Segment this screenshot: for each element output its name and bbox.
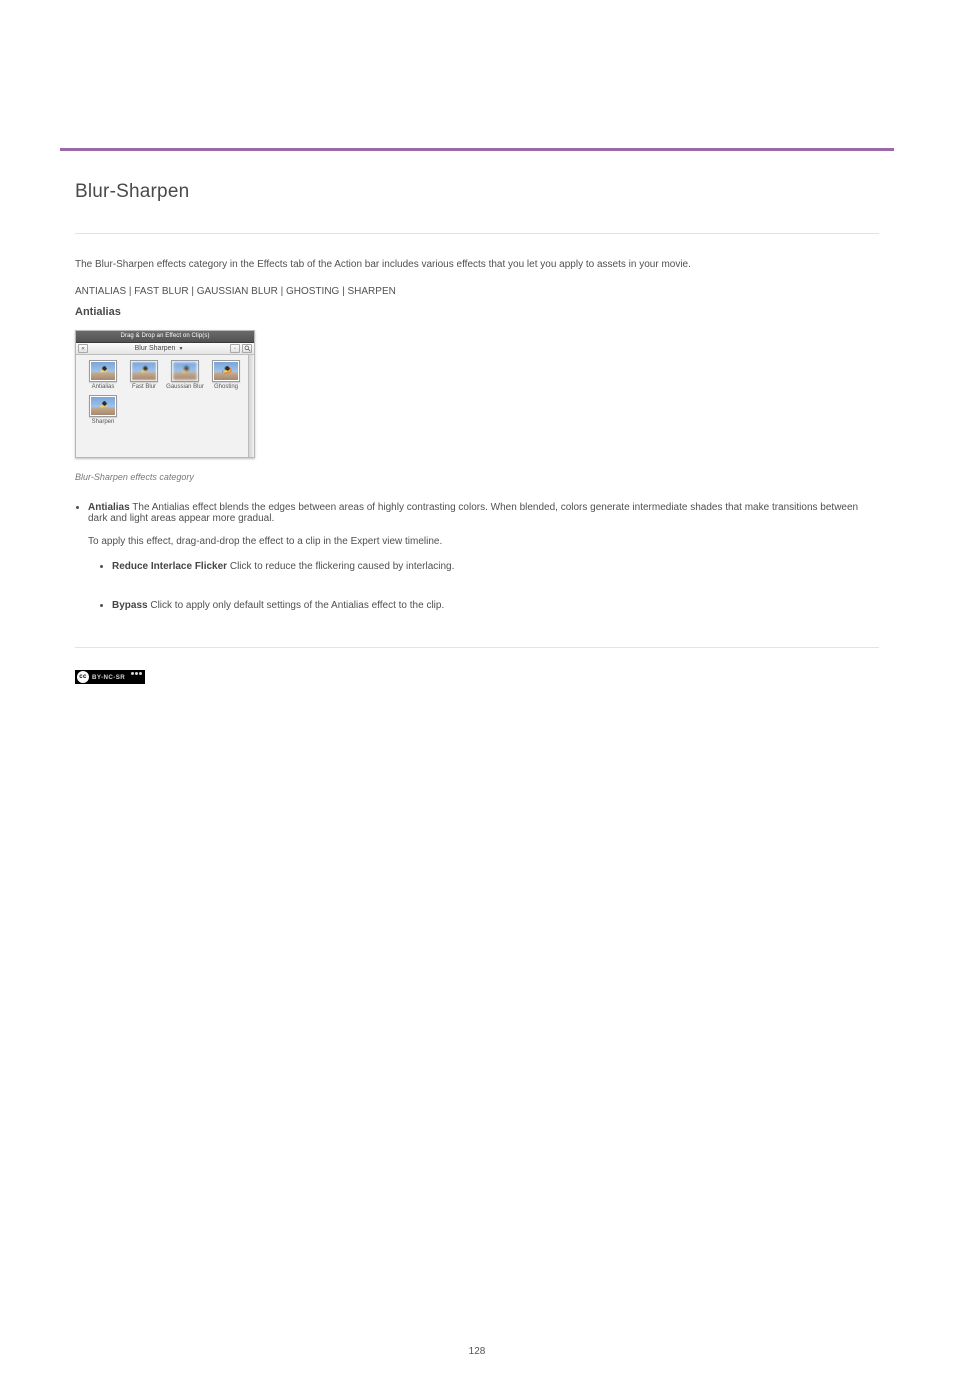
cc-dots-icon <box>131 672 142 675</box>
li-paragraph: To apply this effect, drag-and-drop the … <box>88 536 879 547</box>
search-icon <box>244 345 251 352</box>
effect-thumb-gaussian-blur[interactable]: Gaussian Blur <box>165 360 205 390</box>
effects-list-line: ANTIALIAS | FAST BLUR | GAUSSIAN BLUR | … <box>75 284 879 299</box>
bullet-list: Antialias The Antialias effect blends th… <box>75 502 879 611</box>
page-title: Blur-Sharpen <box>75 181 879 203</box>
list-item: Antialias The Antialias effect blends th… <box>88 502 879 611</box>
cc-label: BY-NC-SR <box>92 672 125 684</box>
subsection-heading: Antialias <box>75 306 879 318</box>
li-head: Reduce Interlace Flicker <box>112 561 227 572</box>
intro-paragraph: The Blur-Sharpen effects category in the… <box>75 257 879 272</box>
li-body: Click to apply only default settings of … <box>150 600 444 611</box>
li-body: The Antialias effect blends the edges be… <box>88 502 858 524</box>
effect-thumb-ghosting[interactable]: Ghosting <box>206 360 246 390</box>
panel-title: Drag & Drop an Effect on Clip(s) <box>76 331 254 343</box>
figure-caption: Blur-Sharpen effects category <box>75 472 879 482</box>
thumb-label: Gaussian Blur <box>165 384 205 390</box>
panel-toolbar: « Blur Sharpen ▼ ◦ <box>76 343 254 355</box>
effects-panel: Drag & Drop an Effect on Clip(s) « Blur … <box>75 330 255 458</box>
search-button[interactable] <box>242 344 252 353</box>
chevron-down-icon: ▼ <box>178 346 183 352</box>
back-button[interactable]: « <box>78 344 88 353</box>
rule <box>75 233 879 234</box>
effect-thumb-antialias[interactable]: Antialias <box>83 360 123 390</box>
license-row: cc BY-NC-SR <box>75 670 879 689</box>
scrollbar[interactable] <box>248 355 253 457</box>
grid-view-button[interactable]: ◦ <box>230 344 240 353</box>
category-dropdown[interactable]: Blur Sharpen ▼ <box>88 345 230 352</box>
section-divider <box>60 148 894 151</box>
dropdown-label: Blur Sharpen <box>135 345 176 352</box>
list-item: Bypass Click to apply only default setti… <box>112 600 879 611</box>
list-item: Reduce Interlace Flicker Click to reduce… <box>112 561 879 572</box>
li-head: Antialias <box>88 502 130 513</box>
panel-body: Antialias Fast Blur Gaussian Blur Ghosti… <box>76 355 254 458</box>
effect-thumb-fast-blur[interactable]: Fast Blur <box>124 360 164 390</box>
thumb-label: Fast Blur <box>124 384 164 390</box>
li-head: Bypass <box>112 600 148 611</box>
li-body: Click to reduce the flickering caused by… <box>230 561 455 572</box>
thumb-label: Sharpen <box>83 419 123 425</box>
cc-badge: cc BY-NC-SR <box>75 670 145 684</box>
inner-list: Reduce Interlace Flicker Click to reduce… <box>88 561 879 611</box>
thumb-label: Ghosting <box>206 384 246 390</box>
thumb-label: Antialias <box>83 384 123 390</box>
effect-thumb-sharpen[interactable]: Sharpen <box>83 395 123 425</box>
rule <box>75 647 879 648</box>
cc-icon: cc <box>77 671 89 683</box>
page-number: 128 <box>0 1346 954 1357</box>
